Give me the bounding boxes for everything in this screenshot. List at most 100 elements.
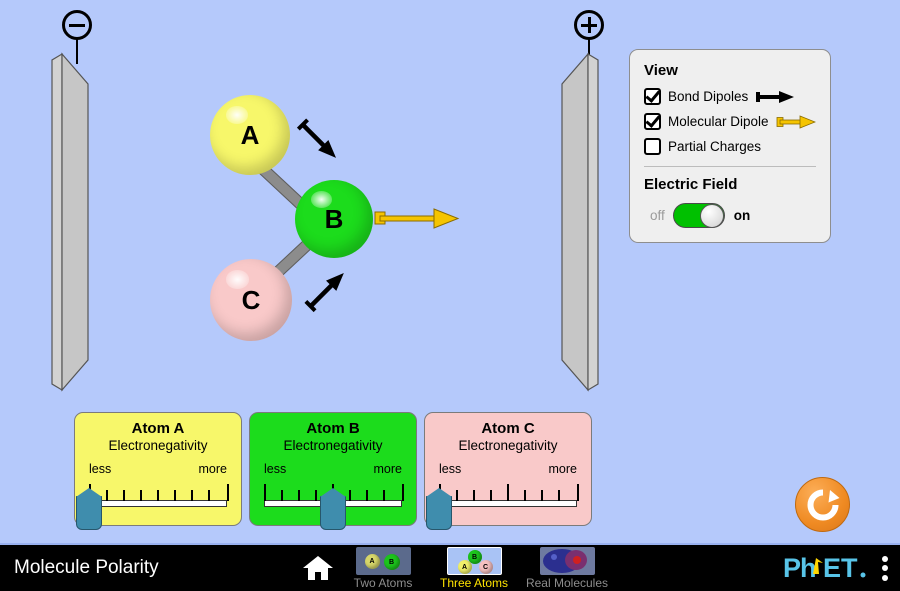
bond-dipole-arrow-c (304, 272, 344, 313)
atom-a-en-subtitle: Electronegativity (108, 438, 208, 453)
tick (208, 490, 210, 501)
tab-three-atoms[interactable]: B A C Three Atoms (428, 547, 520, 590)
checkbox-bond-dipoles[interactable]: Bond Dipoles (644, 88, 816, 105)
atom-c-slider-track[interactable] (439, 500, 577, 507)
tick (174, 490, 176, 501)
navigation-bar: Molecule Polarity A B Two Atoms B A C Th… (0, 543, 900, 591)
two-atoms-thumbnail: A B (355, 547, 411, 575)
atom-c-en-subtitle: Electronegativity (458, 438, 558, 453)
atom-c-less-label: less (439, 462, 462, 476)
svg-text:h: h (800, 553, 817, 583)
tick (140, 490, 142, 501)
tick (558, 490, 560, 501)
panel-divider (644, 166, 816, 167)
kebab-menu-icon[interactable] (882, 552, 888, 584)
home-icon (303, 556, 333, 580)
atom-c-slider[interactable] (425, 478, 579, 530)
molecular-dipole-arrow-icon (776, 114, 816, 130)
atom-a[interactable]: A (210, 95, 290, 175)
atom-b-en-title: Atom B (306, 420, 360, 437)
tick (227, 484, 229, 501)
atom-c-slider-thumb[interactable] (425, 488, 452, 530)
atom-b-electronegativity-panel: Atom B Electronegativity less more (249, 412, 417, 530)
atom-a-en-title: Atom A (131, 420, 185, 437)
tick (349, 490, 351, 501)
tick (298, 490, 300, 501)
molecular-dipole-arrow (374, 208, 460, 229)
svg-text:P: P (783, 553, 801, 583)
tick (473, 490, 475, 501)
negative-plate (40, 52, 100, 392)
tick (524, 490, 526, 501)
partial-charges-checkbox[interactable] (644, 138, 661, 155)
bond-dipole-arrow-a (296, 118, 337, 158)
tick (541, 490, 543, 501)
tick (191, 490, 193, 501)
tab-real-molecules[interactable]: Real Molecules (521, 547, 613, 590)
atom-a-slider-track[interactable] (89, 500, 227, 507)
sim-title: Molecule Polarity (14, 557, 159, 578)
tick (402, 484, 404, 501)
atom-a-more-label: more (198, 462, 227, 476)
atom-b-en-subtitle: Electronegativity (283, 438, 383, 453)
tab-two-atoms-label: Two Atoms (353, 576, 413, 590)
toggle-off-label[interactable]: off (650, 208, 665, 223)
toggle-knob[interactable] (699, 203, 724, 228)
molecular-dipole-label: Molecular Dipole (668, 114, 769, 129)
phet-logo-group[interactable]: P h ET (783, 552, 888, 584)
bond-a-b (244, 151, 327, 229)
partial-charges-label: Partial Charges (668, 139, 762, 154)
atom-b-less-label: less (264, 462, 287, 476)
three-atoms-thumbnail: B A C (446, 547, 502, 575)
thumb-atom-c: C (478, 560, 493, 574)
checkbox-molecular-dipole[interactable]: Molecular Dipole (644, 113, 816, 130)
atom-c-en-title: Atom C (481, 420, 535, 437)
bond-dipole-arrow-icon (755, 89, 795, 105)
electric-field-toggle-row[interactable]: off on (644, 203, 816, 228)
atom-b-more-label: more (373, 462, 402, 476)
tick (264, 484, 266, 501)
toggle-on-label[interactable]: on (734, 208, 751, 223)
svg-text:ET: ET (823, 553, 858, 583)
reset-all-button[interactable] (795, 477, 850, 532)
tick (490, 490, 492, 501)
atom-a-label: A (240, 120, 260, 150)
bond-c-b (244, 226, 327, 304)
atom-a-slider-thumb[interactable] (75, 488, 102, 530)
tab-three-atoms-label: Three Atoms (439, 576, 509, 590)
tick (281, 490, 283, 501)
tick (507, 484, 509, 501)
tick (123, 490, 125, 501)
minus-sign-icon (62, 10, 92, 40)
tick (157, 490, 159, 501)
electric-field-toggle[interactable] (672, 203, 725, 228)
tick (456, 490, 458, 501)
thumb-atom-a: A (364, 554, 380, 569)
plus-sign-icon (574, 10, 604, 40)
bond-dipoles-checkbox[interactable] (644, 88, 661, 105)
atom-a-electronegativity-panel: Atom A Electronegativity less more (74, 412, 242, 530)
atom-b-label: B (324, 204, 344, 234)
real-molecules-thumbnail (539, 547, 595, 575)
simulation-screen: A C B View Bond Dipoles Molecular Dipole… (0, 0, 900, 591)
atom-b-slider-thumb[interactable] (319, 488, 346, 530)
phet-logo: P h ET (783, 553, 866, 583)
electric-field-title: Electric Field (644, 176, 738, 193)
tab-two-atoms[interactable]: A B Two Atoms (337, 547, 429, 590)
tick (106, 490, 108, 501)
atom-c-electronegativity-panel: Atom C Electronegativity less more (424, 412, 592, 530)
tick (577, 484, 579, 501)
atom-b-slider[interactable] (264, 478, 404, 530)
molecular-dipole-checkbox[interactable] (644, 113, 661, 130)
reset-all-icon (807, 489, 839, 520)
checkbox-partial-charges[interactable]: Partial Charges (644, 138, 816, 155)
atom-c-more-label: more (548, 462, 577, 476)
atom-c-label: C (241, 285, 261, 315)
home-button[interactable] (302, 554, 334, 582)
atom-b[interactable]: B (295, 180, 373, 258)
atom-c[interactable]: C (210, 259, 292, 341)
view-control-panel: View Bond Dipoles Molecular Dipole Parti… (629, 49, 831, 243)
atom-a-slider[interactable] (75, 478, 229, 530)
bond-dipoles-label: Bond Dipoles (668, 89, 749, 104)
thumb-atom-a: A (457, 560, 472, 574)
